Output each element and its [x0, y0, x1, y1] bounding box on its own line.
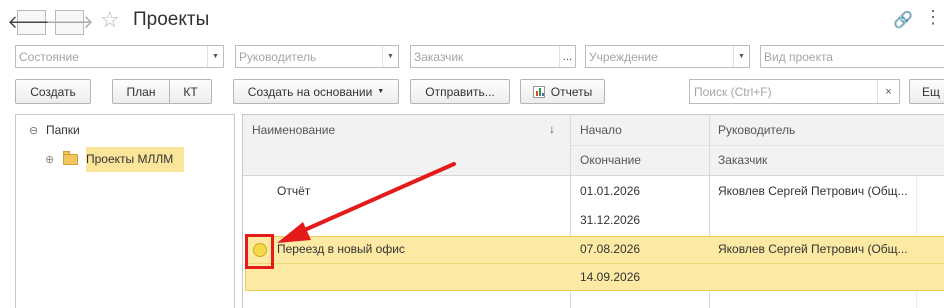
annotation-arrow-icon	[277, 162, 456, 243]
